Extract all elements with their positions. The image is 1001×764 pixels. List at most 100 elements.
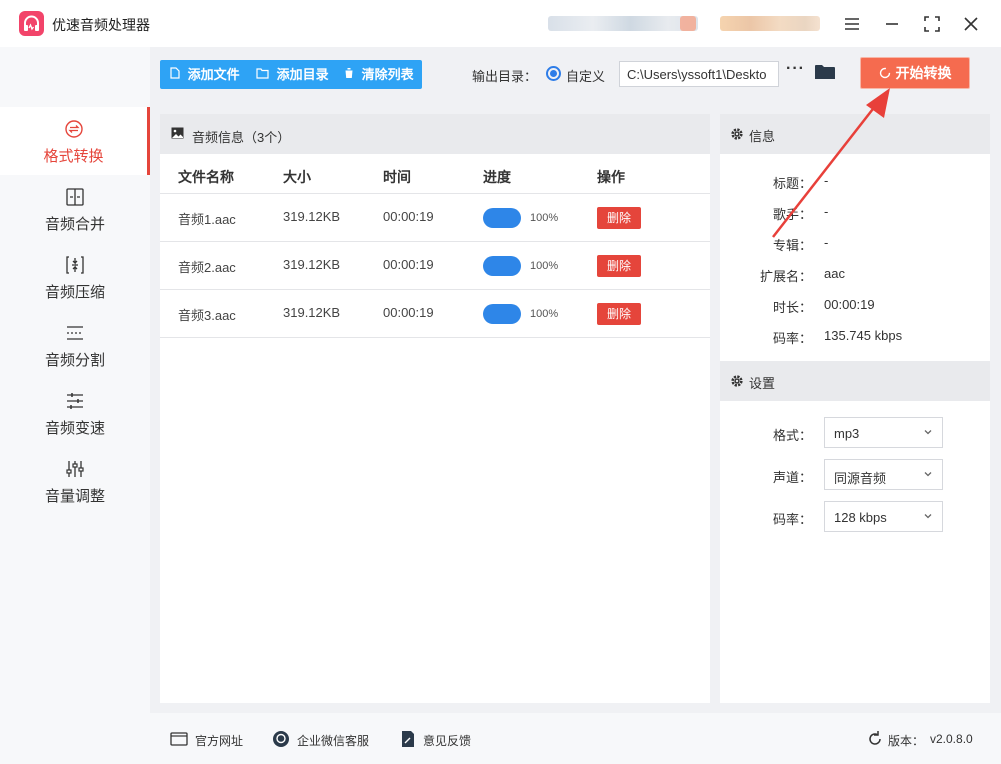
channel-select[interactable]: 同源音频: [824, 459, 943, 490]
info-label: 歌手：: [772, 207, 812, 222]
minimize-icon[interactable]: [880, 12, 904, 36]
add-directory-label: 添加目录: [276, 67, 329, 82]
bitrate-select[interactable]: 128 kbps: [824, 501, 943, 532]
format-select-value: mp3: [834, 426, 860, 441]
sidebar: 格式转换 音频合并 音频压缩 音频分割 音频变速 音量调整: [0, 47, 150, 764]
column-header-name: 文件名称: [178, 169, 234, 185]
gear-icon: [731, 375, 743, 387]
sidebar-item-format-convert[interactable]: 格式转换: [0, 107, 150, 175]
sidebar-item-split[interactable]: 音频分割: [0, 311, 150, 379]
feedback-link[interactable]: 意见反馈: [423, 732, 471, 749]
audio-list-title: 音频信息（3个）: [192, 130, 291, 145]
start-convert-label: 开始转换: [895, 65, 952, 81]
add-file-button[interactable]: 添加文件: [170, 60, 240, 89]
compress-icon: [66, 256, 84, 274]
sidebar-item-speed[interactable]: 音频变速: [0, 379, 150, 447]
blurred-user-badge: [680, 16, 696, 31]
close-icon[interactable]: [959, 12, 983, 36]
delete-button[interactable]: 删除: [597, 255, 641, 277]
audio-list-panel: 音频信息（3个） 文件名称 大小 时间 进度 操作 音频1.aac 319.12…: [160, 114, 710, 703]
audio-list-header: 音频信息（3个）: [160, 114, 710, 154]
footer: 官方网址 企业微信客服 意见反馈 版本： v2.0.8.0: [150, 713, 1001, 764]
gear-icon: [731, 128, 743, 140]
wechat-service-link[interactable]: 企业微信客服: [297, 732, 369, 749]
sidebar-item-compress[interactable]: 音频压缩: [0, 243, 150, 311]
refresh-icon[interactable]: [866, 730, 884, 748]
table-row[interactable]: 音频1.aac 319.12KB 00:00:19 100% 删除: [160, 194, 710, 242]
sidebar-item-label: 音频压缩: [44, 284, 105, 301]
info-label: 专辑：: [772, 238, 812, 253]
delete-button[interactable]: 删除: [597, 303, 641, 325]
file-toolbar: 添加文件 添加目录 清除列表: [160, 60, 422, 89]
open-folder-icon[interactable]: [815, 64, 835, 80]
settings-section-title: 设置: [749, 376, 776, 391]
info-section-header: 信息: [720, 114, 990, 154]
file-size: 319.12KB: [283, 305, 341, 320]
file-name: 音频2.aac: [178, 260, 236, 275]
sidebar-item-label: 音频合并: [44, 216, 105, 233]
file-icon: [170, 67, 184, 82]
add-file-label: 添加文件: [187, 67, 240, 82]
table-row[interactable]: 音频2.aac 319.12KB 00:00:19 100% 删除: [160, 242, 710, 290]
version-label: 版本：: [888, 734, 925, 748]
column-header-progress: 进度: [483, 169, 511, 185]
delete-button[interactable]: 删除: [597, 207, 641, 229]
file-size: 319.12KB: [283, 257, 341, 272]
blurred-account-info: [720, 16, 820, 31]
details-panel: 信息 标题： - 歌手： - 专辑： - 扩展名： aac 时长： 00:00:…: [720, 114, 990, 703]
sidebar-item-merge[interactable]: 音频合并: [0, 175, 150, 243]
clear-list-label: 清除列表: [361, 67, 414, 82]
sidebar-item-label: 音量调整: [44, 488, 105, 505]
loading-icon: [879, 67, 890, 79]
column-header-action: 操作: [597, 169, 625, 185]
info-label: 码率：: [772, 331, 812, 346]
start-convert-button[interactable]: 开始转换: [860, 57, 970, 89]
file-size: 319.12KB: [283, 209, 341, 224]
file-name: 音频3.aac: [178, 308, 236, 323]
info-label: 时长：: [772, 300, 812, 315]
folder-outline-icon: [256, 67, 273, 82]
custom-radio[interactable]: [546, 66, 561, 81]
add-directory-button[interactable]: 添加目录: [256, 60, 329, 89]
format-label: 格式：: [772, 428, 812, 443]
sidebar-item-label: 音频分割: [44, 352, 105, 369]
format-convert-icon: [64, 120, 83, 138]
progress-bar: [483, 304, 521, 324]
volume-icon: [66, 461, 84, 477]
column-header-size: 大小: [283, 169, 311, 185]
output-path-input[interactable]: [619, 61, 779, 87]
sidebar-item-label: 格式转换: [43, 148, 104, 165]
channel-select-value: 同源音频: [834, 471, 887, 486]
info-value: 00:00:19: [824, 297, 875, 312]
app-title: 优速音频处理器: [52, 17, 150, 33]
title-bar: 优速音频处理器: [0, 0, 1001, 47]
info-label: 扩展名：: [759, 269, 812, 284]
image-icon: [171, 127, 184, 139]
file-time: 00:00:19: [383, 305, 434, 320]
info-value: -: [824, 235, 829, 250]
file-name: 音频1.aac: [178, 212, 236, 227]
trash-icon: [344, 67, 358, 82]
split-icon: [67, 326, 83, 340]
info-section-title: 信息: [749, 129, 776, 144]
clear-list-button[interactable]: 清除列表: [344, 60, 414, 89]
table-row[interactable]: 音频3.aac 319.12KB 00:00:19 100% 删除: [160, 290, 710, 338]
custom-radio-label[interactable]: 自定义: [566, 66, 605, 85]
menu-icon[interactable]: [840, 12, 864, 36]
chevron-down-icon: [924, 514, 932, 519]
website-icon: [170, 732, 188, 746]
file-time: 00:00:19: [383, 257, 434, 272]
more-options-button[interactable]: ···: [786, 60, 805, 78]
sidebar-item-volume[interactable]: 音量调整: [0, 447, 150, 515]
maximize-icon[interactable]: [920, 12, 944, 36]
progress-percent: 100%: [530, 308, 559, 320]
feedback-icon: [402, 731, 414, 747]
progress-bar: [483, 208, 521, 228]
official-website-link[interactable]: 官方网址: [195, 732, 243, 749]
info-label: 标题：: [772, 176, 812, 191]
format-select[interactable]: mp3: [824, 417, 943, 448]
info-value: -: [824, 173, 829, 188]
file-time: 00:00:19: [383, 209, 434, 224]
sidebar-item-label: 音频变速: [44, 420, 105, 437]
column-header-time: 时间: [383, 169, 411, 185]
